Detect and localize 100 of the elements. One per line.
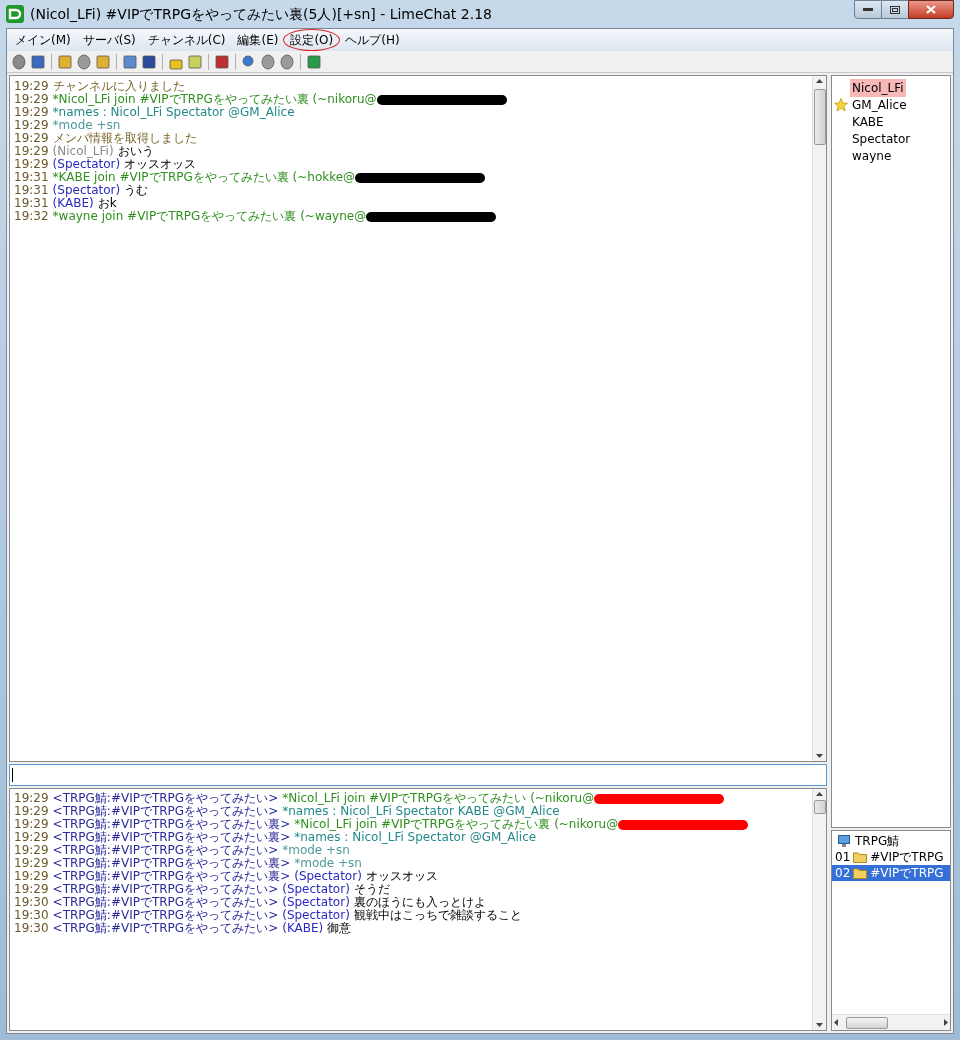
- channel-name: #VIPでTRPG: [870, 865, 944, 881]
- timestamp: 19:29: [14, 158, 49, 171]
- app-logo-icon: [6, 5, 24, 23]
- event-text: *names : Nicol_LFi Spectator @GM_Alice: [52, 106, 295, 119]
- event-text: *mode +sn: [52, 119, 121, 132]
- event-text: チャンネルに入りました: [52, 80, 185, 93]
- channel-label: <TRPG鯖:#VIPでTRPGをやってみたい>: [52, 805, 279, 818]
- event-text: *mode +sn: [294, 857, 362, 870]
- channel-label: <TRPG鯖:#VIPでTRPGをやってみたい裏>: [52, 818, 291, 831]
- server-name[interactable]: TRPG鯖: [855, 832, 900, 850]
- nickname: (Spectator): [282, 909, 350, 922]
- timestamp: 19:29: [14, 132, 49, 145]
- channel-label: <TRPG鯖:#VIPでTRPGをやってみたい裏>: [52, 831, 291, 844]
- message-text: おk: [97, 197, 117, 210]
- nickname: (Nicol_LFi): [52, 145, 114, 158]
- close-button[interactable]: [908, 0, 954, 19]
- channel-label: <TRPG鯖:#VIPでTRPGをやってみたい>: [52, 909, 279, 922]
- timestamp: 19:29: [14, 818, 49, 831]
- channel-number: 02: [835, 865, 851, 881]
- message-text: 御意: [327, 922, 352, 935]
- message-text: おいう: [117, 145, 154, 158]
- timestamp: 19:29: [14, 119, 49, 132]
- horizontal-scrollbar[interactable]: [832, 1014, 950, 1030]
- nickname: (Spectator): [282, 896, 350, 909]
- message-text: 裏のほうにも入っとけよ: [353, 896, 486, 909]
- message-input-field[interactable]: [9, 764, 827, 786]
- timestamp: 19:31: [14, 197, 49, 210]
- timestamp: 19:30: [14, 896, 49, 909]
- message-text: オッスオッス: [365, 870, 438, 883]
- timestamp: 19:29: [14, 831, 49, 844]
- scroll-right-icon[interactable]: [944, 1019, 948, 1026]
- channel-item[interactable]: 02 #VIPでTRPG: [832, 865, 950, 881]
- nickname: (KABE): [52, 197, 94, 210]
- message-text: そうだ: [353, 883, 390, 896]
- event-text: *mode +sn: [282, 844, 350, 857]
- timestamp: 19:29: [14, 93, 49, 106]
- timestamp: 19:29: [14, 844, 49, 857]
- nickname: (Spectator): [52, 158, 121, 171]
- event-text: *Nicol_LFi join #VIPでTRPGをやってみたい裏 (~nikoru@: [52, 93, 377, 106]
- member-name[interactable]: wayne: [850, 146, 894, 165]
- event-text: *names : Nicol_LFi Spectator @GM_Alice: [294, 831, 537, 844]
- event-text: *Nicol_LFi join #VIPでTRPGをやってみたい (~nikoru@: [282, 792, 595, 805]
- timestamp: 19:29: [14, 805, 49, 818]
- scroll-thumb[interactable]: [813, 800, 826, 814]
- event-text: *KABE join #VIPでTRPGをやってみたい裏 (~hokke@: [52, 171, 356, 184]
- scroll-up-icon[interactable]: [816, 792, 823, 796]
- window-title: (Nicol_LFi) #VIPでTRPGをやってみたい裏(5人)[+sn] - LimeChat 2.18: [30, 4, 492, 24]
- timestamp: 19:29: [14, 792, 49, 805]
- menu-item[interactable]: サーバ(S): [76, 30, 142, 50]
- channel-label: <TRPG鯖:#VIPでTRPGをやってみたい>: [52, 883, 279, 896]
- message-text: うむ: [124, 184, 149, 197]
- timestamp: 19:29: [14, 870, 49, 883]
- event-text: *Nicol_LFi join #VIPでTRPGをやってみたい裏 (~nikoru@: [294, 818, 619, 831]
- event-text: *wayne join #VIPでTRPGをやってみたい裏 (~wayne@: [52, 210, 367, 223]
- scroll-left-icon[interactable]: [834, 1019, 838, 1026]
- menu-item[interactable]: 編集(E): [231, 30, 285, 50]
- timestamp: 19:29: [14, 80, 49, 93]
- timestamp: 19:30: [14, 922, 49, 935]
- nickname: (Spectator): [282, 883, 350, 896]
- channel-label: <TRPG鯖:#VIPでTRPGをやってみたい>: [52, 792, 279, 805]
- channel-name: #VIPでTRPG: [870, 849, 944, 865]
- channel-label: <TRPG鯖:#VIPでTRPGをやってみたい裏>: [52, 857, 291, 870]
- message-text: オッスオッス: [124, 158, 197, 171]
- scroll-thumb[interactable]: [813, 89, 826, 145]
- timestamp: 19:32: [14, 210, 49, 223]
- channel-label: <TRPG鯖:#VIPでTRPGをやってみたい>: [52, 896, 279, 909]
- scroll-down-icon[interactable]: [816, 754, 823, 758]
- timestamp: 19:31: [14, 171, 49, 184]
- menu-item[interactable]: メイン(M): [9, 30, 77, 50]
- close-icon: [926, 5, 936, 14]
- timestamp: 19:30: [14, 909, 49, 922]
- channel-item[interactable]: 01 #VIPでTRPG: [832, 849, 950, 865]
- channel-label: <TRPG鯖:#VIPでTRPGをやってみたい>: [52, 844, 279, 857]
- nickname: (KABE): [282, 922, 324, 935]
- nickname: (Spectator): [52, 184, 121, 197]
- member-name[interactable]: Spectator: [850, 129, 913, 148]
- nickname: (Spectator): [294, 870, 362, 883]
- menu-item[interactable]: 設定(O): [284, 30, 340, 50]
- scroll-thumb[interactable]: [846, 1016, 888, 1029]
- timestamp: 19:29: [14, 857, 49, 870]
- minimize-button[interactable]: [854, 0, 882, 19]
- member-name[interactable]: KABE: [850, 112, 886, 131]
- timestamp: 19:29: [14, 145, 49, 158]
- timestamp: 19:29: [14, 106, 49, 119]
- menu-item[interactable]: ヘルプ(H): [339, 30, 406, 50]
- member-name[interactable]: Nicol_LFi: [850, 78, 906, 97]
- maximize-button[interactable]: [882, 0, 908, 19]
- scrollbar[interactable]: [812, 789, 826, 1030]
- channel-number: 01: [835, 849, 851, 865]
- channel-label: <TRPG鯖:#VIPでTRPGをやってみたい裏>: [52, 870, 291, 883]
- message-text: 観戦中はこっちで雑談すること: [353, 909, 522, 922]
- event-text: *names : Nicol_LFi Spectator KABE @GM_Alice: [282, 805, 560, 818]
- timestamp: 19:31: [14, 184, 49, 197]
- menu-item[interactable]: チャンネル(C): [141, 30, 232, 50]
- scroll-up-icon[interactable]: [816, 79, 823, 83]
- member-name[interactable]: GM_Alice: [850, 95, 909, 114]
- timestamp: 19:29: [14, 883, 49, 896]
- scrollbar[interactable]: [812, 76, 826, 761]
- channel-label: <TRPG鯖:#VIPでTRPGをやってみたい>: [52, 922, 279, 935]
- scroll-down-icon[interactable]: [816, 1023, 823, 1027]
